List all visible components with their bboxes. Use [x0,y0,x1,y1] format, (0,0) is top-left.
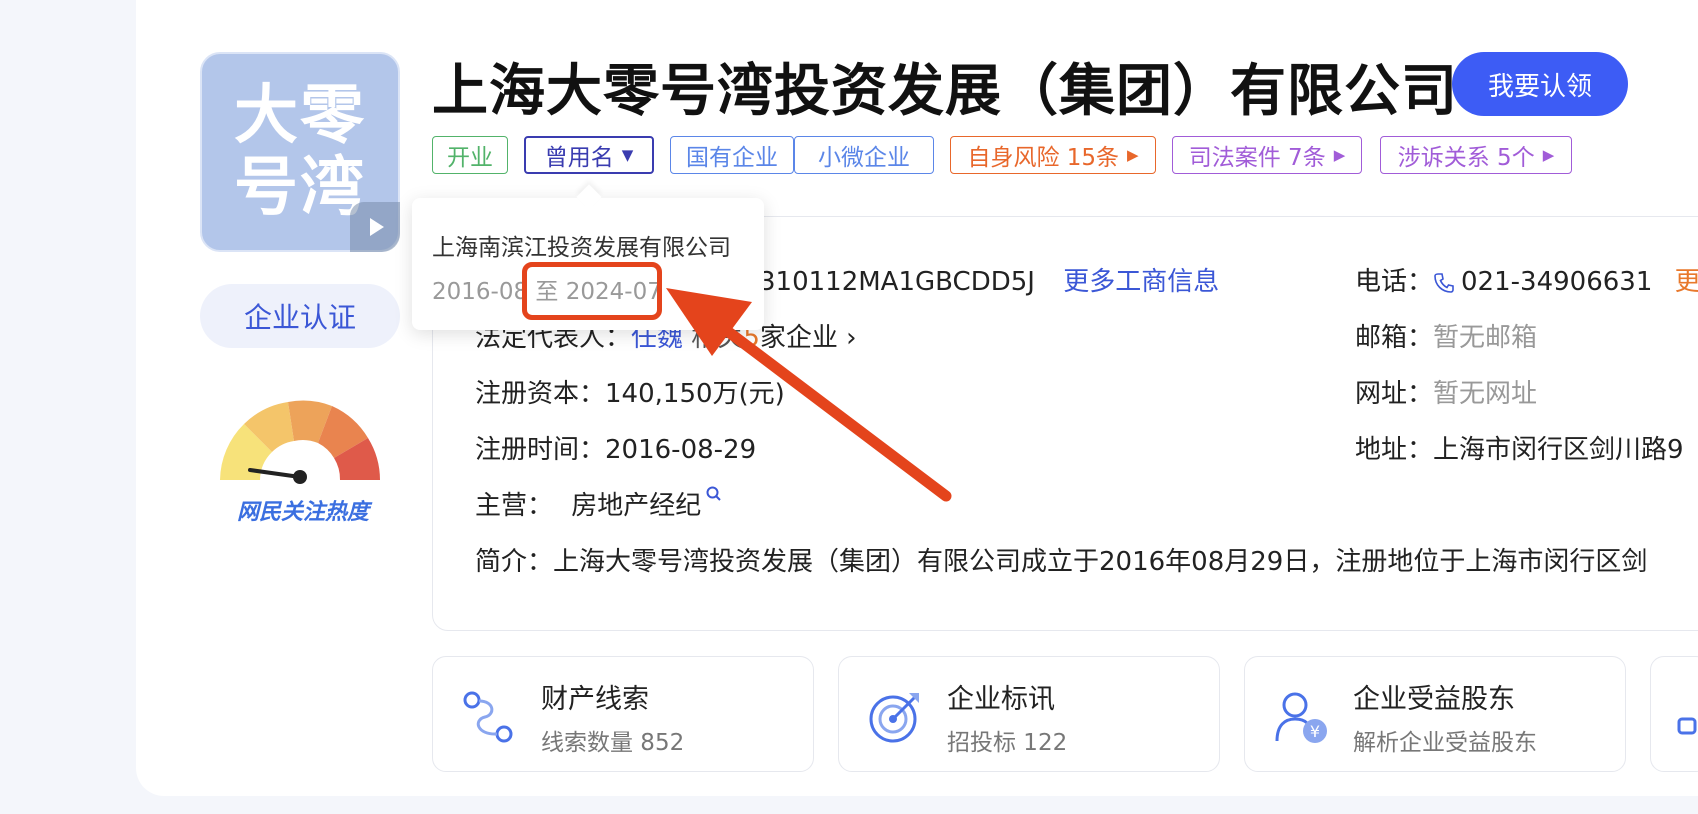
website-label: 网址： [1355,379,1434,409]
tag-1[interactable]: 曾用名 ▼ [524,136,654,174]
bottom-strip [136,796,1698,814]
tag-label: 司法案件 7条 [1188,145,1326,171]
caret-down-icon: ▼ [621,146,634,164]
tag-label: 国有企业 [686,145,778,171]
address-label: 地址： [1355,435,1434,465]
email-value: 暂无邮箱 [1433,323,1538,353]
svg-text:¥: ¥ [1310,722,1320,741]
caret-right-icon: ▶ [1542,146,1555,164]
shareholder-icon: ¥ [1275,692,1327,743]
business-label: 主营： [475,491,554,521]
clue-icon [463,691,513,743]
feature-sub: 线索数量 852 [541,730,685,756]
website-value: 暂无网址 [1433,379,1538,409]
tag-6[interactable]: 涉诉关系 5个 ▶ [1380,136,1572,174]
tag-3[interactable]: 小微企业 [794,136,934,174]
feature-title: 企业受益股东 [1353,684,1515,715]
company-name: 上海大零号湾投资发展（集团）有限公司 [432,59,1458,124]
business-value: 房地产经纪 [571,491,702,521]
phone-label: 电话： [1355,267,1434,297]
feature-sub: 招投标 122 [947,730,1068,756]
former-name: 上海南滨江投资发展有限公司 [432,235,731,261]
tag-label: 涉诉关系 5个 [1397,145,1535,171]
feature-title: 企业标讯 [947,684,1055,715]
feature-card-partial[interactable] [1650,656,1698,772]
certify-button[interactable]: 企业认证 [200,284,400,348]
more-business-info-link[interactable]: 更多工商信息 [1063,267,1219,297]
feature-card-beneficial-shareholders[interactable]: ¥ 企业受益股东 解析企业受益股东 [1244,656,1626,772]
feature-card-property-clues[interactable]: 财产线索 线索数量 852 [432,656,814,772]
heat-label: 网民关注热度 [236,500,369,525]
logo-text: 大零号湾 [234,79,366,225]
intro-text: 上海大零号湾投资发展（集团）有限公司成立于2016年08月29日，注册地位于上海… [553,547,1648,577]
reg-time-value: 2016-08-29 [605,435,757,465]
reg-time-label: 注册时间： [475,435,606,465]
email-label: 邮箱： [1355,323,1434,353]
claim-button[interactable]: 我要认领 [1452,52,1628,116]
company-logo: 大零号湾 [200,52,400,252]
feature-card-bidding[interactable]: 企业标讯 招投标 122 [838,656,1220,772]
tag-0[interactable]: 开业 [432,136,508,174]
capital-label: 注册资本： [475,379,606,409]
credit-code: 310112MA1GBCDD5J [759,267,1035,297]
feature-title: 财产线索 [541,684,649,715]
phone-number: 021-34906631 [1461,267,1653,297]
legal-related-suffix[interactable]: 家企业 [760,323,838,353]
phone-icon [1434,272,1454,293]
target-icon [869,693,919,743]
tag-4[interactable]: 自身风险 15条 ▶ [950,136,1156,174]
play-icon[interactable] [350,202,400,252]
caret-right-icon: ▶ [1333,146,1346,164]
phone-more-link[interactable]: 更 [1675,267,1698,297]
feature-sub: 解析企业受益股东 [1353,730,1537,756]
tag-2[interactable]: 国有企业 [670,136,794,174]
intro-label: 简介： [475,547,554,577]
address-value: 上海市闵行区剑川路9 [1433,435,1684,465]
tag-label: 小微企业 [818,145,910,171]
search-icon[interactable] [705,485,723,503]
caret-right-icon: ▶ [1127,146,1139,164]
tag-5[interactable]: 司法案件 7条 ▶ [1172,136,1362,174]
feature-partial-icon [1677,717,1697,735]
period-start: 2016-08 [432,279,529,305]
tag-label: 自身风险 15条 [967,145,1120,171]
capital-value: 140,150万(元) [605,379,785,409]
chevron-right-icon[interactable]: › [846,323,856,353]
annotation-highlight-box [522,262,662,320]
tag-label: 开业 [447,145,493,171]
tag-label: 曾用名 [544,145,614,171]
